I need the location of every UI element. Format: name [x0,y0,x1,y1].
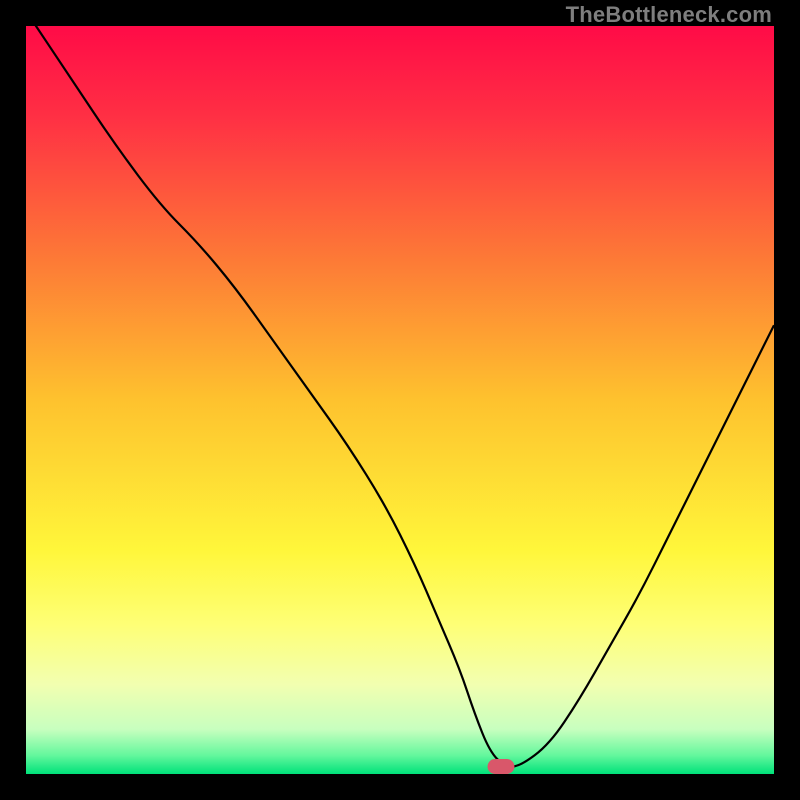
watermark-text: TheBottleneck.com [566,2,772,28]
optimal-point-marker [488,759,515,774]
chart-frame: TheBottleneck.com [0,0,800,800]
bottleneck-chart [26,26,774,774]
gradient-background [26,26,774,774]
